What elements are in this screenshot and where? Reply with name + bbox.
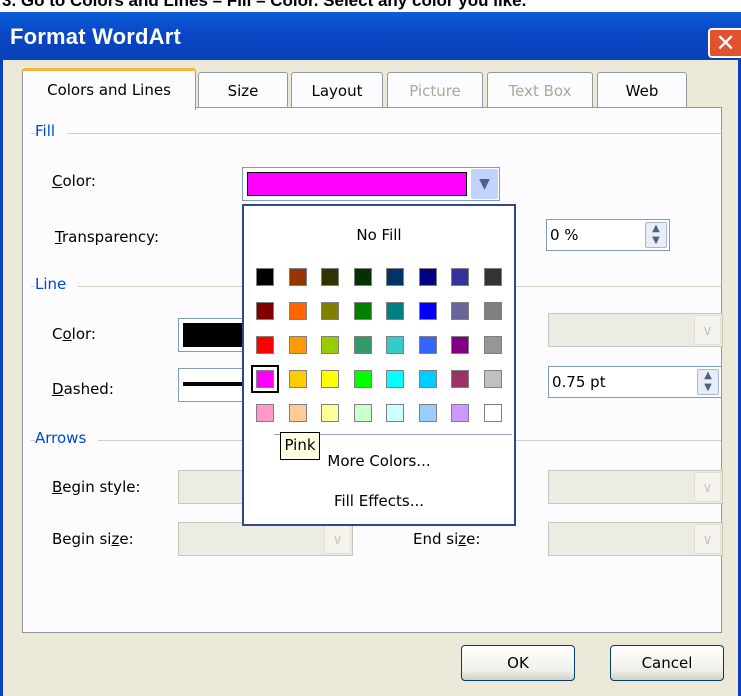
transparency-value: 0 %: [550, 226, 579, 244]
color-swatch[interactable]: [321, 370, 339, 388]
chevron-down-icon: ∨: [324, 524, 351, 554]
color-swatch[interactable]: [418, 302, 437, 320]
dashed-label: Dashed:: [52, 380, 114, 398]
color-swatch[interactable]: [418, 370, 437, 388]
fill-effects-option[interactable]: Fill Effects...: [244, 492, 514, 510]
dash-line-preview: [183, 382, 245, 386]
color-swatch[interactable]: [288, 404, 307, 422]
line-weight-value: 0.75 pt: [552, 373, 606, 391]
color-swatch[interactable]: [451, 268, 469, 286]
color-swatch[interactable]: [386, 302, 404, 320]
color-swatch[interactable]: [288, 336, 307, 354]
color-swatch[interactable]: [256, 302, 274, 320]
end-size-dropdown: ∨: [548, 522, 723, 556]
begin-style-label: Begin style:: [52, 478, 141, 496]
tab-picture: Picture: [387, 72, 483, 108]
color-swatch[interactable]: [386, 336, 404, 354]
color-swatch[interactable]: [483, 404, 502, 422]
chevron-down-icon: ∨: [694, 472, 721, 502]
spin-updown-icon[interactable]: ▲ ▼: [645, 222, 667, 248]
tab-size[interactable]: Size: [198, 72, 288, 108]
spin-updown-icon[interactable]: ▲ ▼: [697, 369, 719, 395]
color-swatch[interactable]: [288, 370, 307, 388]
chevron-down-icon: ∨: [694, 524, 721, 554]
line-color-label: Color:: [52, 325, 96, 343]
window-border-left: [0, 60, 3, 696]
color-swatch[interactable]: [386, 370, 404, 388]
tab-text-box: Text Box: [487, 72, 593, 108]
line-style-dropdown: ∨: [548, 313, 723, 347]
color-swatch[interactable]: [451, 370, 469, 388]
ok-button[interactable]: OK: [461, 645, 575, 681]
color-swatch[interactable]: [483, 370, 502, 388]
begin-size-label: Begin size:: [52, 530, 134, 548]
color-swatch[interactable]: [353, 302, 372, 320]
end-size-label: End size:: [413, 530, 481, 548]
color-swatch[interactable]: [288, 302, 307, 320]
end-style-dropdown: ∨: [548, 470, 723, 504]
window-title: Format WordArt: [10, 24, 182, 49]
fill-color-label: Color:: [52, 172, 96, 190]
color-swatch[interactable]: [418, 268, 437, 286]
color-swatch[interactable]: [418, 404, 437, 422]
line-weight-spinner[interactable]: 0.75 pt ▲ ▼: [548, 366, 722, 398]
transparency-label: Transparency:: [55, 228, 160, 246]
color-swatch[interactable]: [418, 336, 437, 354]
line-color-dropdown[interactable]: [178, 318, 248, 352]
tab-colors-and-lines[interactable]: Colors and Lines: [22, 68, 196, 110]
chevron-down-icon: ∨: [694, 315, 721, 345]
no-fill-option[interactable]: No Fill: [244, 226, 514, 244]
color-swatch[interactable]: [483, 336, 502, 354]
transparency-spinner[interactable]: 0 % ▲ ▼: [546, 219, 670, 251]
color-swatch[interactable]: [451, 404, 469, 422]
dashed-dropdown[interactable]: [178, 368, 248, 402]
color-swatch[interactable]: [353, 336, 372, 354]
tab-web[interactable]: Web: [597, 72, 687, 108]
color-swatch[interactable]: [321, 404, 339, 422]
color-palette-popup: No Fill More Colors... Fill Effects...: [242, 204, 516, 526]
color-swatch[interactable]: [256, 404, 274, 422]
color-swatch[interactable]: [321, 336, 339, 354]
color-swatch[interactable]: [353, 268, 372, 286]
color-swatch[interactable]: [321, 302, 339, 320]
close-icon[interactable]: ✕: [708, 28, 741, 58]
line-section-title: Line: [35, 275, 79, 293]
begin-style-dropdown: [178, 470, 248, 504]
arrows-section-title: Arrows: [35, 429, 99, 447]
fill-section-title: Fill: [35, 122, 68, 140]
color-swatch[interactable]: [251, 365, 279, 393]
color-swatch[interactable]: [256, 268, 274, 286]
background-instruction: 3. Go to Colors and Lines – Fill – Color…: [0, 0, 741, 12]
color-swatch[interactable]: [321, 268, 339, 286]
color-swatch[interactable]: [353, 404, 372, 422]
color-swatch[interactable]: [386, 268, 404, 286]
fill-separator: [31, 133, 721, 134]
chevron-down-icon[interactable]: ▼: [471, 169, 498, 199]
fill-color-dropdown[interactable]: ▼: [242, 167, 500, 201]
color-swatch[interactable]: [483, 302, 502, 320]
color-swatch[interactable]: [386, 404, 404, 422]
color-swatch[interactable]: [483, 268, 502, 286]
begin-size-dropdown: ∨: [178, 522, 353, 556]
color-swatch[interactable]: [353, 370, 372, 388]
tab-layout[interactable]: Layout: [291, 72, 383, 108]
title-bar: Format WordArt ✕: [0, 12, 741, 60]
cancel-button[interactable]: Cancel: [610, 645, 724, 681]
color-swatch[interactable]: [256, 336, 274, 354]
color-swatch[interactable]: [451, 336, 469, 354]
line-color-swatch: [183, 323, 243, 347]
color-swatch[interactable]: [288, 268, 307, 286]
color-tooltip: Pink: [280, 432, 320, 460]
fill-color-swatch: [247, 172, 467, 196]
color-swatch[interactable]: [451, 302, 469, 320]
